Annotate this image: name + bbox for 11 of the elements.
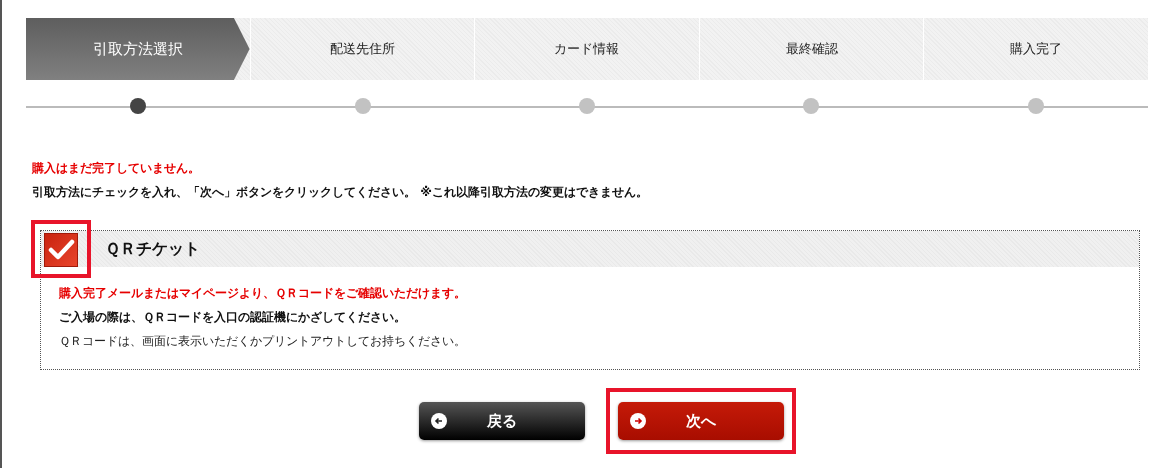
checkbox[interactable] — [44, 233, 78, 267]
option-description: ＱＲコードは、画面に表示いただくかプリントアウトしてお持ちください。 — [59, 333, 467, 350]
option-description: 購入完了メールまたはマイページより、ＱＲコードをご確認いただけます。 — [59, 285, 467, 302]
next-button[interactable]: 次へ — [617, 402, 784, 440]
back-button[interactable]: 戻る — [418, 402, 585, 440]
option-title: ＱＲチケット — [105, 238, 200, 260]
option-description: ご入場の際は、ＱＲコードを入口の認証機にかざしてください。 — [59, 309, 407, 326]
arrow-left-icon — [430, 413, 447, 429]
instruction-text: 引取方法にチェックを入れ、「次へ」ボタンをクリックしてください。 ※これ以降引取方法の変更はできません。 — [32, 184, 649, 201]
warning-text: 購入はまだ完了していません。 — [32, 160, 201, 177]
arrow-right-icon — [629, 413, 646, 429]
